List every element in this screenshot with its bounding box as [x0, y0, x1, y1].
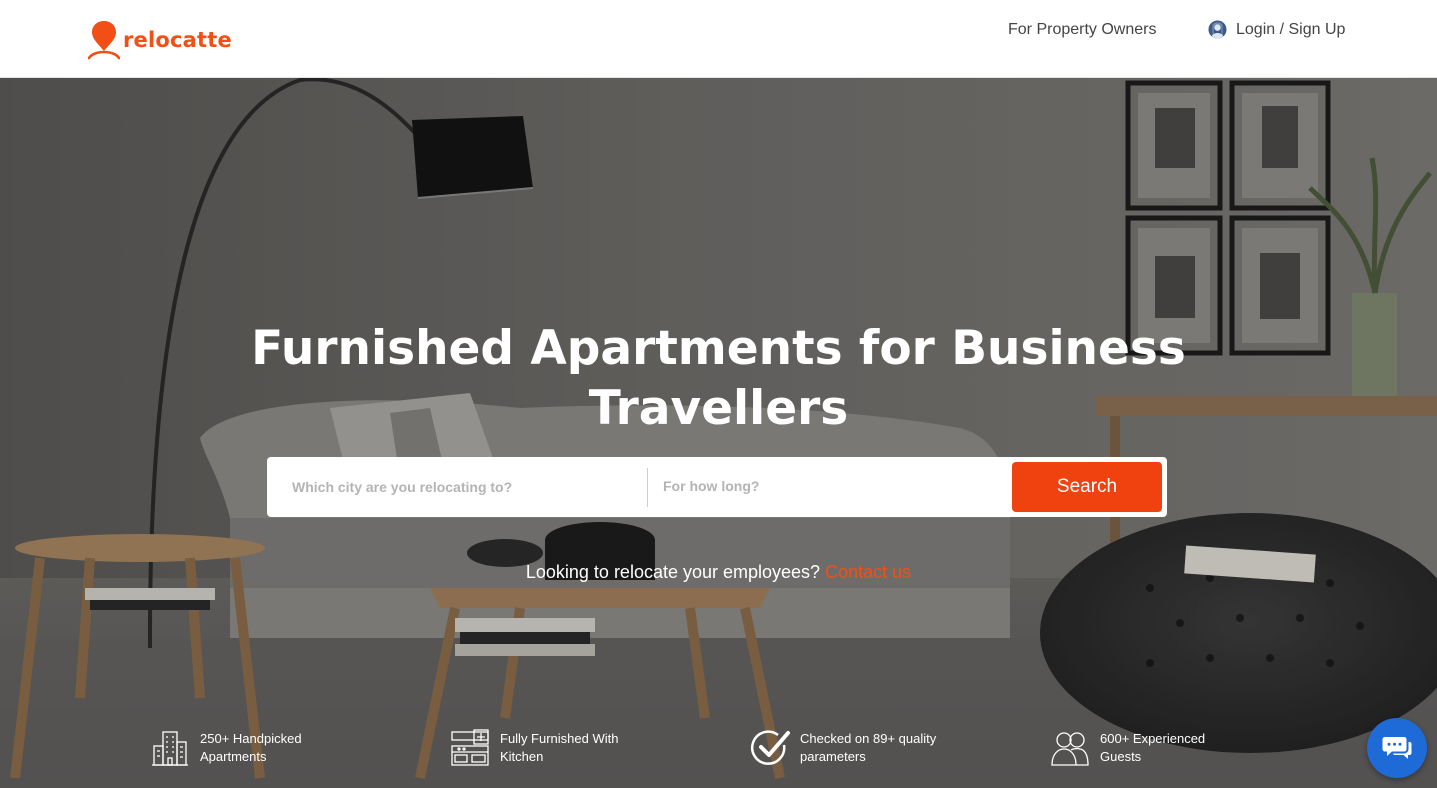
building-icon	[152, 731, 188, 766]
top-header: relocatte For Property Owners Login / Si…	[0, 0, 1437, 78]
location-pin-icon	[88, 21, 120, 60]
feature-item: Checked on 89+ quality parameters	[750, 726, 940, 770]
login-signup-label: Login / Sign Up	[1236, 20, 1346, 38]
contact-us-link[interactable]: Contact us	[825, 562, 911, 582]
hero-headline: Furnished Apartments for Business Travel…	[0, 319, 1437, 439]
login-signup-link[interactable]: Login / Sign Up	[1208, 20, 1345, 39]
search-button[interactable]: Search	[1012, 462, 1162, 512]
feature-line: parameters	[800, 749, 866, 764]
hero-headline-line2: Travellers	[588, 381, 849, 436]
feature-item: 600+ Experienced Guests	[1050, 726, 1240, 770]
feature-line: 250+ Handpicked	[200, 731, 302, 746]
search-bar: Search	[267, 456, 1167, 517]
contact-prompt: Looking to relocate your employees? Cont…	[0, 562, 1437, 583]
duration-input[interactable]	[648, 456, 1010, 516]
feature-line: Apartments	[200, 749, 267, 764]
hero-headline-line1: Furnished Apartments for Business	[251, 321, 1186, 376]
feature-line: 600+ Experienced	[1100, 731, 1206, 746]
feature-text: Checked on 89+ quality parameters	[800, 730, 940, 766]
contact-prompt-text: Looking to relocate your employees?	[525, 562, 821, 582]
brand-name: relocatte	[123, 28, 232, 52]
feature-line: Kitchen	[500, 749, 544, 764]
kitchen-icon	[451, 729, 489, 766]
feature-text: 250+ Handpicked Apartments	[200, 730, 340, 766]
feature-text: Fully Furnished With Kitchen	[500, 730, 640, 766]
for-property-owners-link[interactable]: For Property Owners	[1008, 21, 1156, 39]
city-input[interactable]	[267, 457, 647, 517]
feature-line: Checked on 89+ quality	[800, 731, 937, 746]
chat-bubble-icon	[1382, 737, 1412, 759]
feature-line: Fully Furnished With	[500, 731, 619, 746]
feature-text: 600+ Experienced Guests	[1100, 730, 1240, 766]
guests-icon	[1051, 732, 1089, 766]
features-row: 250+ Handpicked Apartments Fully Furnish…	[0, 726, 1437, 776]
checkmark-circle-icon	[750, 730, 790, 765]
brand-logo[interactable]: relocatte	[88, 20, 232, 60]
feature-item: Fully Furnished With Kitchen	[450, 726, 640, 770]
user-avatar-icon	[1208, 20, 1227, 39]
feature-item: 250+ Handpicked Apartments	[150, 726, 340, 770]
hero-section: Furnished Apartments for Business Travel…	[0, 78, 1437, 788]
chat-button[interactable]	[1367, 718, 1427, 778]
feature-line: Guests	[1100, 749, 1142, 764]
